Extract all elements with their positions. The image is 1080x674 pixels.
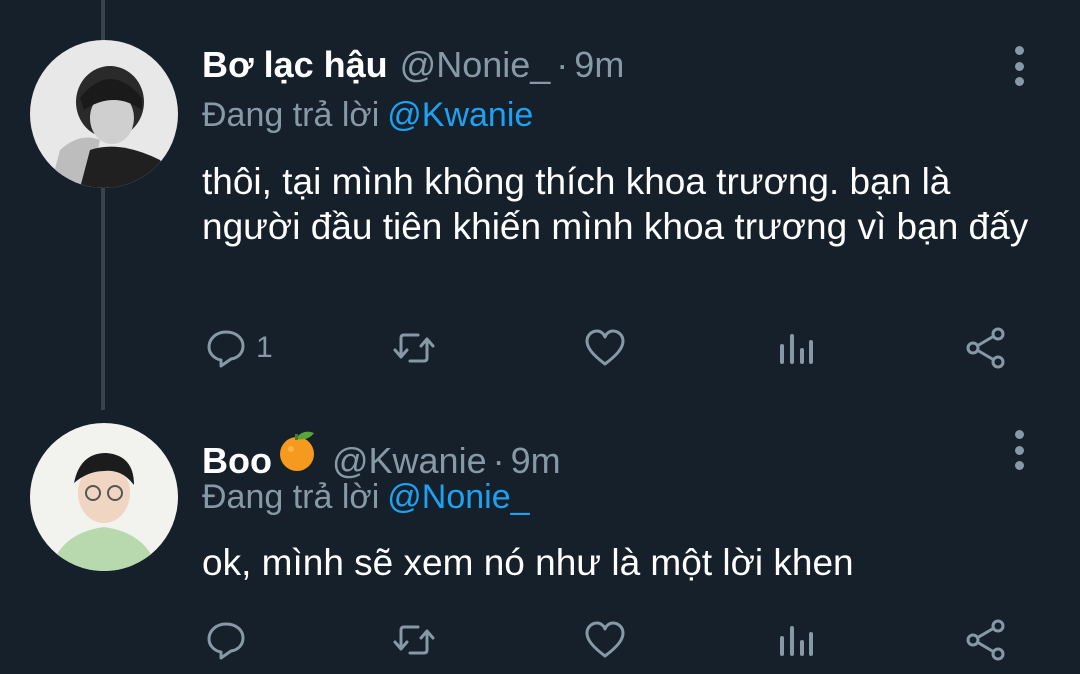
avatar[interactable] [30,423,178,571]
tangerine-emoji-icon [279,431,314,471]
tweet-header: Boo @Kwanie · 9m [202,427,561,482]
retweet-button[interactable] [392,326,436,370]
retweet-icon [393,333,435,363]
like-icon [585,329,625,366]
user-handle[interactable]: @Nonie_ [400,44,551,86]
like-icon [585,621,625,658]
analytics-icon [780,334,813,364]
share-icon [966,619,1005,661]
reply-button[interactable]: 1 [204,326,273,370]
tweet-header: Bơ lạc hậu @Nonie_ · 9m [202,44,624,86]
reply-prefix: Đang trả lời [202,478,380,516]
display-name[interactable]: Boo [202,440,272,482]
reply-mention-link[interactable]: @Nonie_ [387,478,529,516]
avatar[interactable] [30,40,178,188]
analytics-button[interactable] [774,326,818,370]
timestamp[interactable]: 9m [574,44,624,86]
more-options-icon[interactable] [1008,46,1030,86]
display-name[interactable]: Bơ lạc hậu [202,44,388,86]
reply-context: Đang trả lời @Nonie_ [202,478,530,517]
reply-context: Đang trả lời @Kwanie [202,96,533,135]
separator: · [556,44,569,85]
analytics-icon [780,626,813,656]
share-button[interactable] [964,618,1008,662]
separator: · [492,440,505,481]
share-icon [966,327,1005,369]
analytics-button[interactable] [774,618,818,662]
like-button[interactable] [583,618,627,662]
tweet-text: thôi, tại mình không thích khoa trương. … [202,161,1029,247]
reply-count: 1 [256,331,273,364]
reply-mention-link[interactable]: @Kwanie [387,96,533,134]
tweet-text: ok, mình sẽ xem nó như là một lời khen [202,542,854,583]
reply-prefix: Đang trả lời [202,96,380,134]
share-button[interactable] [964,326,1008,370]
retweet-button[interactable] [392,618,436,662]
reply-icon [207,622,245,660]
tweet-actions: 1 [0,326,1080,376]
timestamp[interactable]: 9m [511,440,561,482]
like-button[interactable] [583,326,627,370]
reply-icon [207,330,245,368]
retweet-icon [393,625,435,655]
tweet-actions [0,618,1080,668]
user-handle[interactable]: @Kwanie [332,440,487,482]
reply-button[interactable] [204,618,256,662]
more-options-icon[interactable] [1008,430,1030,470]
